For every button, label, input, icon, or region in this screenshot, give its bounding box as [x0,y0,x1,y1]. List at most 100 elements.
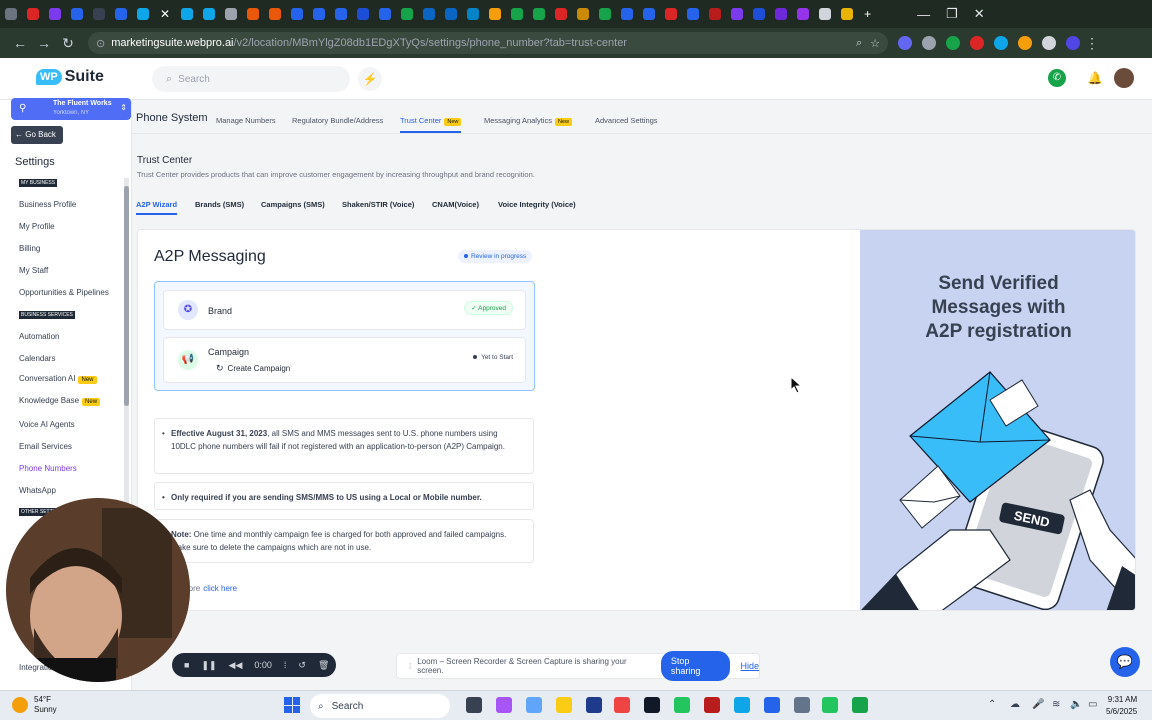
tab-icon[interactable] [599,8,612,20]
tab-icon[interactable] [577,8,590,20]
stop-sharing-button[interactable]: Stop sharing [660,651,731,681]
tab-icon[interactable] [335,8,348,20]
location-switcher[interactable]: ⚲ The Fluent Works Yorktown, NY ⇕ [11,98,131,120]
system-clock[interactable]: 9:31 AM 5/6/2025 [1106,694,1137,718]
tab-icon[interactable] [357,8,370,20]
tab-icon[interactable] [379,8,392,20]
close-tab-icon[interactable]: ✕ [160,7,170,21]
tab-icon[interactable] [731,8,744,20]
address-bar[interactable]: ⊙ marketingsuite.webpro.ai/v2/location/M… [88,32,888,54]
sidebar-item-my-staff[interactable]: My Staff [19,266,48,275]
weather-widget[interactable]: 54°F Sunny [12,695,57,715]
windows-start-icon[interactable] [284,697,300,713]
volume-icon[interactable]: 🔈 [1070,699,1082,710]
tab-a2p-wizard[interactable]: A2P Wizard [136,200,178,215]
forward-icon[interactable]: → [32,35,56,51]
extension-icon[interactable] [898,36,912,50]
step-campaign[interactable]: 📢 Campaign ↻ Create Campaign Yet to Start [163,337,526,383]
tab-icon[interactable] [753,8,766,20]
calendar-icon[interactable] [764,697,780,713]
tab-icon[interactable] [533,8,546,20]
tab-icon[interactable] [643,8,656,20]
tab-icon[interactable] [93,8,105,20]
tab-icon[interactable] [665,8,678,20]
sidebar-item-voice-ai[interactable]: Voice AI Agents [19,420,75,429]
tab-icon[interactable] [819,8,832,20]
minimize-icon[interactable]: — [917,7,930,22]
task-view-icon[interactable] [466,697,482,713]
extensions-puzzle-icon[interactable] [1042,36,1056,50]
sidebar-item-billing[interactable]: Billing [19,244,40,253]
tab-icon[interactable] [137,8,149,20]
global-search[interactable]: ⌕ Search [152,66,350,92]
whatsapp-icon[interactable] [822,697,838,713]
tab-icon[interactable] [775,8,788,20]
tab-icon[interactable] [445,8,458,20]
illustrator-icon[interactable] [704,697,720,713]
chevron-up-icon[interactable]: ⌃ [988,699,996,710]
tab-icon[interactable] [291,8,304,20]
tab-icon[interactable] [423,8,436,20]
go-back-button[interactable]: ← Go Back [11,126,63,144]
sidebar-item-automation[interactable]: Automation [19,332,59,341]
tab-trust-center[interactable]: Trust Center New [400,116,462,133]
sidebar-item-business-profile[interactable]: Business Profile [19,200,76,209]
tab-icon[interactable] [401,8,414,20]
extension-icon[interactable] [970,36,984,50]
sidebar-item-phone-numbers[interactable]: Phone Numbers [19,464,77,473]
tab-icon[interactable] [115,8,127,20]
tab-voice-integrity[interactable]: Voice Integrity (Voice) [498,200,576,209]
extension-icon[interactable] [1018,36,1032,50]
taskbar-search[interactable]: ⌕ Search [310,694,450,718]
restore-icon[interactable]: ❐ [946,6,958,22]
tab-icon[interactable] [687,8,700,20]
extension-icon[interactable] [994,36,1008,50]
stop-record-icon[interactable]: ■ [184,660,189,670]
tab-shaken-stir[interactable]: Shaken/STIR (Voice) [342,200,414,209]
tab-icon[interactable] [71,8,83,20]
tab-icon[interactable] [489,8,502,20]
tab-icon[interactable] [797,8,810,20]
tab-cnam[interactable]: CNAM(Voice) [432,200,479,209]
tab-icon[interactable] [621,8,634,20]
user-avatar[interactable] [1114,68,1134,88]
profile-icon[interactable] [1066,36,1080,50]
tab-icon[interactable] [841,8,854,20]
phone-icon[interactable]: ✆ [1048,69,1066,87]
sidebar-item-knowledge-base[interactable]: Knowledge Base New [19,396,101,406]
site-info-icon[interactable]: ⊙ [96,37,105,50]
cloud-icon[interactable]: ☁ [1010,699,1020,710]
tab-menu-icon[interactable] [5,8,17,20]
zoom-icon[interactable]: ⌕ [856,37,862,50]
bookmark-star-icon[interactable]: ☆ [870,37,880,50]
tab-icon[interactable] [181,8,194,20]
pause-icon[interactable]: ❚❚ [201,660,216,671]
extension-icon[interactable] [922,36,936,50]
tab-icon[interactable] [247,8,260,20]
tab-messaging-analytics[interactable]: Messaging Analytics New [484,116,572,126]
battery-icon[interactable]: ▭ [1088,699,1097,710]
canva-icon[interactable] [674,697,690,713]
sidebar-item-opportunities[interactable]: Opportunities & Pipelines [19,288,109,297]
notification-bell-icon[interactable]: 🔔 [1086,69,1104,87]
sidebar-item-whatsapp[interactable]: WhatsApp [19,486,56,495]
tab-brands-sms[interactable]: Brands (SMS) [195,200,244,209]
rewind-icon[interactable]: ◀◀ [229,660,243,671]
delete-icon[interactable]: 🗑 [318,660,329,671]
step-brand[interactable]: ✪ Brand ✓ Approved [163,290,526,330]
wifi-icon[interactable]: ≋ [1052,699,1060,710]
tab-icon[interactable] [511,8,524,20]
tab-icon[interactable] [709,8,722,20]
tab-manage-numbers[interactable]: Manage Numbers [216,116,276,125]
webcam-bubble[interactable] [6,498,190,682]
tab-icon[interactable] [203,8,216,20]
steam-icon[interactable] [586,697,602,713]
tab-icon[interactable] [269,8,282,20]
outlook-icon[interactable] [734,697,750,713]
tab-campaigns-sms[interactable]: Campaigns (SMS) [261,200,325,209]
extension-icon[interactable] [946,36,960,50]
calculator-icon[interactable] [526,697,542,713]
drag-handle-icon[interactable]: ⁞ [284,660,287,670]
reload-icon[interactable]: ↻ [56,35,80,52]
sidebar-item-calendars[interactable]: Calendars [19,354,55,363]
